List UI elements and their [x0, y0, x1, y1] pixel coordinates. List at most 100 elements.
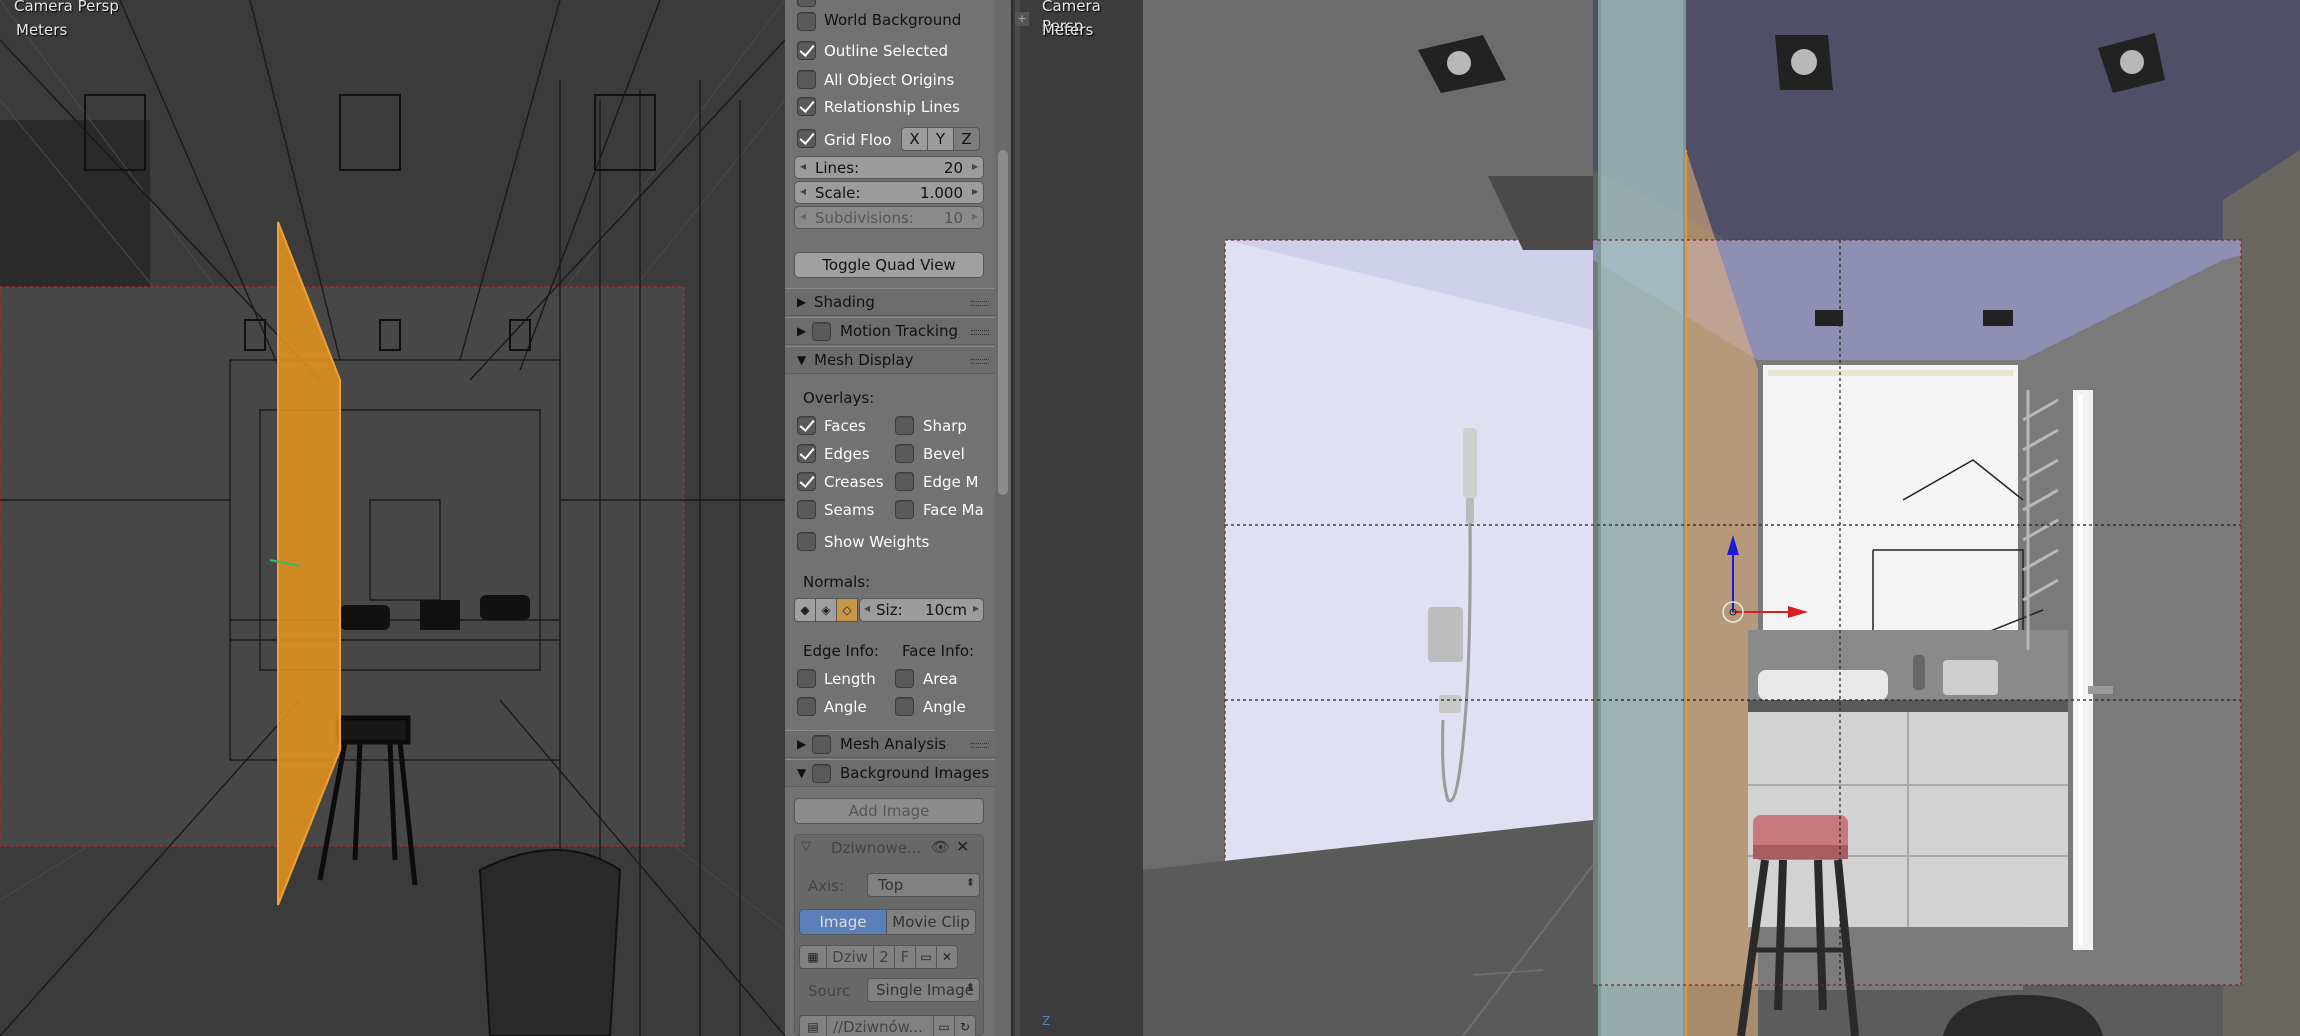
edge-marks-checkbox[interactable]	[895, 472, 914, 491]
relationship-lines-label: Relationship Lines	[824, 98, 960, 116]
folder-icon[interactable]: ▭	[933, 1015, 955, 1036]
decrement-arrow-icon[interactable]: ◂	[800, 209, 806, 223]
subdivisions-field[interactable]: ◂ Subdivisions: 10 ▸	[794, 206, 984, 229]
add-image-button[interactable]: Add Image	[794, 798, 984, 824]
drag-grip-icon[interactable]	[971, 743, 989, 748]
drag-grip-icon[interactable]	[971, 330, 989, 335]
all-object-origins-checkbox[interactable]	[797, 70, 816, 89]
close-icon[interactable]: ✕	[956, 837, 969, 856]
reload-icon[interactable]: ↻	[954, 1015, 976, 1036]
bg-image-name[interactable]: Dziwnowe...	[831, 839, 921, 857]
mesh-display-panel-header[interactable]: ▼ Mesh Display	[785, 346, 997, 374]
background-image-entry: ▽ Dziwnowe... 👁 ✕ Axis: Top ⬍ Image Movi…	[794, 834, 984, 1036]
normals-size-field[interactable]: ◂ Siz: 10cm ▸	[859, 598, 984, 622]
grid-floor-label: Grid Floo	[824, 131, 892, 149]
normals-size-label: Siz:	[876, 601, 903, 619]
source-dropdown[interactable]: Single Image ⬍	[867, 978, 980, 1002]
sharp-checkbox[interactable]	[895, 416, 914, 435]
background-images-panel-header[interactable]: ▼ Background Images	[785, 759, 997, 787]
grid-axis-y-toggle[interactable]: Y	[927, 127, 954, 151]
source-label: Sourc	[808, 982, 851, 1000]
vertex-normals-icon[interactable]: ◆	[794, 598, 816, 622]
decrement-arrow-icon[interactable]: ◂	[800, 159, 806, 173]
expand-triangle-icon: ▶	[797, 737, 807, 751]
grid-axis-z-toggle[interactable]: Z	[953, 127, 980, 151]
properties-panel: World Background Outline Selected All Ob…	[785, 0, 997, 1036]
axis-label: Axis:	[808, 877, 845, 895]
grid-axis-x-toggle[interactable]: X	[901, 127, 928, 151]
motion-tracking-panel-header[interactable]: ▶ Motion Tracking	[785, 317, 997, 345]
edge-length-checkbox[interactable]	[797, 669, 816, 688]
normals-title: Normals:	[803, 573, 871, 591]
mesh-analysis-panel-header[interactable]: ▶ Mesh Analysis	[785, 730, 997, 758]
image-path-field[interactable]: //Dziwnów...	[826, 1015, 934, 1036]
seams-checkbox[interactable]	[797, 500, 816, 519]
split-normals-icon[interactable]: ◈	[815, 598, 837, 622]
toggle-quad-view-button[interactable]: Toggle Quad View	[794, 252, 984, 278]
image-name-field[interactable]: Dziw	[826, 945, 874, 969]
drag-grip-icon[interactable]	[971, 359, 989, 364]
drag-grip-icon[interactable]	[971, 301, 989, 306]
unlink-icon[interactable]: ✕	[936, 945, 958, 969]
axis-dropdown[interactable]: Top ⬍	[867, 873, 980, 897]
image-browse-icon[interactable]: ▦	[799, 945, 827, 969]
image-users-count[interactable]: 2	[873, 945, 895, 969]
subdivisions-label: Subdivisions:	[815, 209, 914, 227]
collapse-triangle-icon[interactable]: ▽	[801, 839, 811, 854]
expand-triangle-icon: ▶	[797, 295, 807, 309]
rendered-bathroom-scene	[1143, 0, 2300, 1036]
edge-angle-checkbox[interactable]	[797, 697, 816, 716]
world-background-checkbox[interactable]	[797, 12, 816, 31]
relationship-lines-checkbox[interactable]	[797, 97, 816, 116]
tab-movie-clip[interactable]: Movie Clip	[886, 909, 976, 935]
lines-field[interactable]: ◂ Lines: 20 ▸	[794, 156, 984, 179]
increment-arrow-icon[interactable]: ▸	[973, 601, 979, 615]
world-background-label: World Background	[824, 11, 962, 29]
properties-scrollbar[interactable]	[995, 0, 1011, 1036]
left-3d-viewport[interactable]: Camera Persp Meters	[0, 0, 785, 1036]
outline-selected-checkbox[interactable]	[797, 41, 816, 60]
face-area-checkbox[interactable]	[895, 669, 914, 688]
decrement-arrow-icon[interactable]: ◂	[800, 184, 806, 198]
eye-icon[interactable]: 👁	[931, 838, 950, 856]
outline-selected-row[interactable]: Outline Selected	[785, 41, 997, 67]
grid-floor-checkbox[interactable]	[797, 129, 816, 148]
edges-checkbox[interactable]	[797, 444, 816, 463]
increment-arrow-icon[interactable]: ▸	[972, 209, 978, 223]
scrollbar-thumb[interactable]	[998, 150, 1008, 495]
open-folder-icon[interactable]: ▭	[915, 945, 937, 969]
fake-user-toggle[interactable]: F	[894, 945, 916, 969]
updown-arrows-icon: ⬍	[965, 876, 975, 889]
background-images-checkbox[interactable]	[812, 764, 831, 783]
tab-image[interactable]: Image	[799, 909, 887, 935]
creases-checkbox[interactable]	[797, 472, 816, 491]
face-normals-icon[interactable]: ◇	[836, 598, 858, 622]
mesh-analysis-checkbox[interactable]	[812, 735, 831, 754]
increment-arrow-icon[interactable]: ▸	[972, 184, 978, 198]
world-background-row[interactable]: World Background	[785, 10, 997, 36]
faces-checkbox[interactable]	[797, 416, 816, 435]
file-browse-icon[interactable]: ▤	[799, 1015, 827, 1036]
face-area-label: Area	[923, 670, 958, 688]
decrement-arrow-icon[interactable]: ◂	[864, 601, 870, 615]
checkbox-partial[interactable]	[797, 0, 816, 7]
tool-shelf-strip[interactable]: + Camera Persp Meters Z	[1011, 0, 1143, 1036]
increment-arrow-icon[interactable]: ▸	[972, 159, 978, 173]
bevel-checkbox[interactable]	[895, 444, 914, 463]
shading-panel-header[interactable]: ▶ Shading	[785, 288, 997, 316]
plus-icon[interactable]: +	[1015, 12, 1029, 26]
faces-label: Faces	[824, 417, 866, 435]
source-value: Single Image	[876, 981, 974, 999]
face-marks-checkbox[interactable]	[895, 500, 914, 519]
region-divider[interactable]	[1015, 0, 1020, 1036]
face-angle-checkbox[interactable]	[895, 697, 914, 716]
relationship-lines-row[interactable]: Relationship Lines	[785, 97, 997, 123]
show-weights-checkbox[interactable]	[797, 532, 816, 551]
motion-tracking-checkbox[interactable]	[812, 322, 831, 341]
scale-field[interactable]: ◂ Scale: 1.000 ▸	[794, 181, 984, 204]
motion-tracking-title: Motion Tracking	[840, 322, 959, 340]
shading-title: Shading	[814, 293, 875, 311]
right-3d-viewport[interactable]	[1143, 0, 2300, 1036]
all-object-origins-label: All Object Origins	[824, 71, 955, 89]
all-object-origins-row[interactable]: All Object Origins	[785, 70, 997, 96]
